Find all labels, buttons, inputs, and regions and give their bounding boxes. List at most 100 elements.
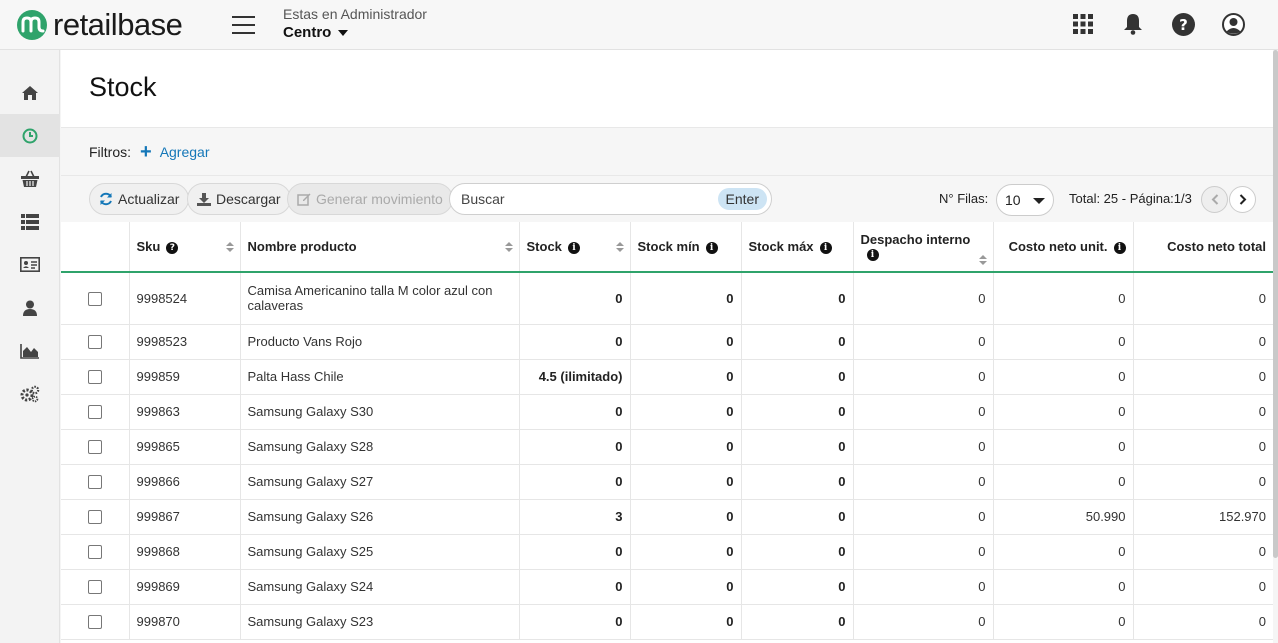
sidebar-item-stock[interactable] (0, 114, 60, 157)
cell-internal-dispatch: 0 (853, 394, 994, 430)
table-row[interactable]: 9998523 Producto Vans Rojo 0 0 0 0 0 0 (61, 324, 1273, 360)
table-row[interactable]: 9998524 Camisa Americanino talla M color … (61, 272, 1273, 325)
table-row[interactable]: 999865 Samsung Galaxy S28 0 0 0 0 0 0 (61, 429, 1273, 465)
add-filter-button[interactable]: + Agregar (140, 142, 210, 162)
cell-internal-dispatch: 0 (853, 324, 994, 360)
cell-sku: 999863 (129, 394, 241, 430)
column-header-stock-max[interactable]: Stock máx i (741, 222, 854, 273)
refresh-icon (99, 192, 113, 206)
row-checkbox[interactable] (87, 405, 102, 420)
admin-caption: Estas en Administrador (283, 6, 427, 22)
row-checkbox[interactable] (87, 335, 102, 350)
cell-stock-min: 0 (630, 569, 742, 605)
refresh-button[interactable]: Actualizar (89, 183, 190, 215)
next-page-button[interactable] (1229, 186, 1256, 213)
cell-stock: 0 (519, 272, 631, 325)
column-header-sku[interactable]: Sku? (129, 222, 241, 273)
sidebar-item-users[interactable] (0, 286, 60, 329)
sidebar-item-list[interactable] (0, 200, 60, 243)
table-row[interactable]: 999869 Samsung Galaxy S24 0 0 0 0 0 0 (61, 569, 1273, 605)
cell-stock-min: 0 (630, 394, 742, 430)
sort-icon[interactable] (978, 255, 987, 265)
retailbase-logo[interactable]: retailbase (15, 7, 183, 42)
cell-stock-max: 0 (741, 359, 854, 395)
page-scrollbar[interactable] (1273, 50, 1278, 558)
sidebar-item-settings[interactable] (0, 372, 60, 415)
table-row[interactable]: 999866 Samsung Galaxy S27 0 0 0 0 0 0 (61, 464, 1273, 500)
table-row[interactable]: 999859 Palta Hass Chile 4.5 (ilimitado) 0 0 0… (61, 359, 1273, 395)
question-circle-icon[interactable]: ? (166, 241, 179, 254)
sidebar-item-sales[interactable] (0, 157, 60, 200)
previous-page-button[interactable] (1201, 186, 1228, 213)
column-header-internal-dispatch[interactable]: Despacho interno i (853, 222, 994, 273)
generate-movement-label: Generar movimiento (316, 191, 443, 207)
column-header-unit-net-cost[interactable]: Costo neto unit. i (993, 222, 1134, 273)
column-header-stock[interactable]: Stock i (519, 222, 631, 273)
refresh-label: Actualizar (118, 191, 180, 207)
column-header-label: Stock (526, 239, 562, 254)
cell-product-name: Samsung Galaxy S24 (240, 569, 520, 605)
sidebar-item-home[interactable] (0, 71, 60, 114)
apps-grid-icon[interactable] (1071, 12, 1095, 36)
search-input[interactable] (461, 191, 711, 207)
admin-dropdown[interactable]: Centro (283, 24, 427, 41)
row-checkbox[interactable] (87, 292, 102, 307)
download-button[interactable]: Descargar (187, 183, 291, 215)
row-checkbox[interactable] (87, 510, 102, 525)
generate-movement-button[interactable]: Generar movimiento (287, 183, 453, 215)
svg-text:?: ? (1179, 16, 1188, 34)
cell-total-net-cost: 0 (1133, 569, 1273, 605)
cell-stock: 0 (519, 604, 631, 640)
rows-per-page-label: N° Filas: (939, 191, 989, 206)
sidebar-item-contacts[interactable] (0, 243, 60, 286)
info-icon[interactable]: i (866, 249, 879, 262)
column-header-label: Nombre producto (247, 239, 357, 254)
row-checkbox[interactable] (87, 475, 102, 490)
table-row[interactable]: 999870 Samsung Galaxy S23 0 0 0 0 0 0 (61, 604, 1273, 640)
row-select-cell (61, 534, 130, 570)
row-checkbox[interactable] (87, 580, 102, 595)
help-icon[interactable]: ? (1171, 12, 1195, 36)
cell-unit-net-cost: 0 (993, 359, 1134, 395)
row-checkbox[interactable] (87, 615, 102, 630)
user-icon (23, 300, 37, 316)
rows-per-page-select[interactable]: 10 (996, 184, 1054, 216)
sort-icon[interactable] (615, 241, 624, 252)
stock-table: Sku? Nombre producto Stock i Stock mín i S… (61, 222, 1273, 640)
filters-label: Filtros: (89, 143, 131, 160)
sort-icon[interactable] (504, 241, 513, 252)
sidebar-item-reports[interactable] (0, 329, 60, 372)
row-checkbox[interactable] (87, 545, 102, 560)
cell-sku: 999868 (129, 534, 241, 570)
menu-toggle-icon[interactable] (232, 16, 255, 34)
table-row[interactable]: 999868 Samsung Galaxy S25 0 0 0 0 0 0 (61, 534, 1273, 570)
download-label: Descargar (216, 191, 281, 207)
info-icon[interactable]: i (819, 241, 832, 254)
column-header-label: Costo neto total (1167, 239, 1266, 254)
rows-per-page-value: 10 (1005, 192, 1021, 208)
column-header-stock-min[interactable]: Stock mín i (630, 222, 742, 273)
sort-icon[interactable] (225, 241, 234, 252)
admin-selector[interactable]: Estas en Administrador Centro (283, 6, 427, 41)
info-icon[interactable]: i (705, 241, 718, 254)
table-row[interactable]: 999867 Samsung Galaxy S26 3 0 0 0 50.990 152.97… (61, 499, 1273, 535)
cell-sku: 999866 (129, 464, 241, 500)
row-checkbox[interactable] (87, 370, 102, 385)
cell-internal-dispatch: 0 (853, 272, 994, 325)
download-icon (197, 192, 211, 206)
info-icon[interactable]: i (567, 241, 580, 254)
cell-internal-dispatch: 0 (853, 569, 994, 605)
column-header-product-name[interactable]: Nombre producto (240, 222, 520, 273)
enter-button[interactable]: Enter (717, 188, 767, 210)
bell-icon[interactable] (1121, 12, 1145, 36)
cell-total-net-cost: 152.970 (1133, 499, 1273, 535)
cell-unit-net-cost: 50.990 (993, 499, 1134, 535)
table-row[interactable]: 999863 Samsung Galaxy S30 0 0 0 0 0 0 (61, 394, 1273, 430)
info-icon[interactable]: i (1113, 241, 1126, 254)
cell-stock-min: 0 (630, 324, 742, 360)
user-account-icon[interactable] (1221, 12, 1245, 36)
column-header-total-net-cost[interactable]: Costo neto total (1133, 222, 1273, 273)
row-checkbox[interactable] (87, 440, 102, 455)
cell-internal-dispatch: 0 (853, 464, 994, 500)
cell-stock-max: 0 (741, 324, 854, 360)
